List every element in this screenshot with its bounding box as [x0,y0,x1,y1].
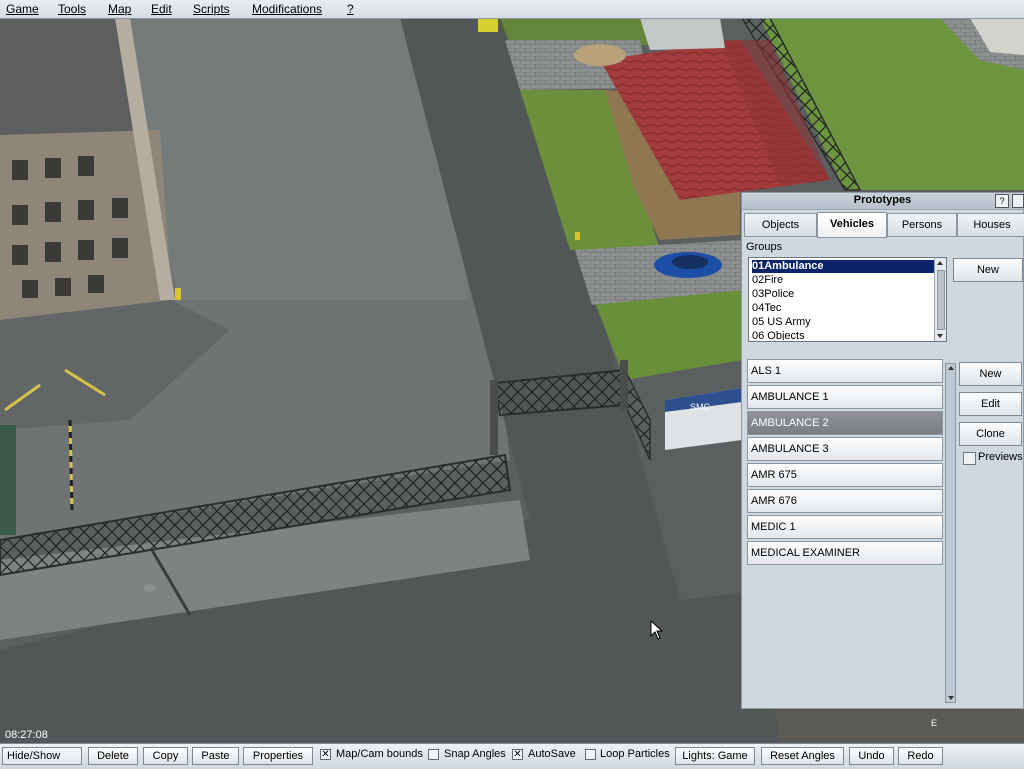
prototypes-title: Prototypes [853,194,912,206]
delete-button[interactable]: Delete [88,747,138,765]
vehicle-item-amr-676[interactable]: AMR 676 [747,489,943,513]
vehicle-item-medical-examiner[interactable]: MEDICAL EXAMINER [747,541,943,565]
redo-button[interactable]: Redo [898,747,943,765]
vehicle-item-als-1[interactable]: ALS 1 [747,359,943,383]
properties-button[interactable]: Properties [243,747,313,765]
menu-game-label: Game [6,2,39,16]
game-clock: 08:27:08 [5,729,48,741]
autosave-label: AutoSave [528,748,576,760]
autosave-checkbox[interactable]: ✕ [512,749,523,760]
close-button[interactable] [1012,194,1024,208]
snap-angles-checkbox[interactable] [428,749,439,760]
snap-angles-label: Snap Angles [444,748,506,760]
new-group-button[interactable]: New [953,258,1023,282]
scroll-down-icon [937,334,943,338]
prototypes-titlebar[interactable]: Prototypes ? [742,193,1024,210]
group-item-ambulance[interactable]: 01Ambulance [752,260,934,273]
help-button[interactable]: ? [995,194,1009,208]
scroll-up-icon [937,261,943,265]
loop-particles-checkbox[interactable] [585,749,596,760]
vehicle-item-amr-675[interactable]: AMR 675 [747,463,943,487]
menu-help[interactable]: ? [347,2,354,16]
menu-bar: Game Tools Map Edit Scripts Modification… [0,0,1024,19]
new-vehicle-button[interactable]: New [959,362,1022,386]
tab-vehicles[interactable]: Vehicles [817,212,887,238]
group-item-tec[interactable]: 04Tec [752,302,934,315]
group-item-police[interactable]: 03Police [752,288,934,301]
menu-map[interactable]: Map [108,2,131,16]
billboard-text: SMC [690,402,711,412]
reset-angles-button[interactable]: Reset Angles [761,747,844,765]
loop-particles-label: Loop Particles [600,748,670,760]
menu-scripts[interactable]: Scripts [193,2,230,16]
vehicle-item-ambulance-1[interactable]: AMBULANCE 1 [747,385,943,409]
menu-edit-label: Edit [151,2,172,16]
previews-checkbox[interactable] [963,452,976,465]
vehicle-item-medic-1[interactable]: MEDIC 1 [747,515,943,539]
group-item-us-army[interactable]: 05 US Army [752,316,934,329]
lights-button[interactable]: Lights: Game [675,747,755,765]
menu-map-label: Map [108,2,132,16]
mouse-cursor-icon [650,619,664,643]
svg-text:E: E [931,718,937,728]
edit-vehicle-button[interactable]: Edit [959,392,1022,416]
scroll-down-icon [948,696,954,700]
scroll-up-icon [948,366,954,370]
menu-help-label: ? [347,2,354,16]
tab-houses[interactable]: Houses [957,213,1024,237]
groups-scrollbar[interactable] [934,258,946,341]
map-cam-bounds-label: Map/Cam bounds [336,748,423,760]
menu-tools-label: Tools [58,2,87,16]
menu-edit[interactable]: Edit [151,2,172,16]
group-item-objects[interactable]: 06 Objects [752,330,934,340]
clone-vehicle-button[interactable]: Clone [959,422,1022,446]
map-cam-bounds-checkbox[interactable]: ✕ [320,749,331,760]
vehicle-scroll-thumb[interactable] [947,373,954,691]
menu-modifications[interactable]: Modifications [252,2,322,16]
previews-label: Previews [978,451,1023,463]
menu-tools[interactable]: Tools [58,2,86,16]
menu-modifications-label: Modifications [252,2,323,16]
menu-scripts-label: Scripts [193,2,230,16]
vehicle-item-ambulance-2[interactable]: AMBULANCE 2 [747,411,943,435]
group-item-fire[interactable]: 02Fire [752,274,934,287]
groups-label: Groups [746,241,783,253]
copy-button[interactable]: Copy [143,747,188,765]
vehicle-item-ambulance-3[interactable]: AMBULANCE 3 [747,437,943,461]
bottom-toolbar: Hide/Show Delete Copy Paste Properties ✕… [0,743,1024,769]
paste-button[interactable]: Paste [192,747,239,765]
vehicle-list: ALS 1 AMBULANCE 1 AMBULANCE 2 AMBULANCE … [746,359,946,697]
undo-button[interactable]: Undo [849,747,894,765]
vehicle-scrollbar[interactable] [945,363,956,703]
prototypes-panel: Prototypes ? Objects Vehicles Persons Ho… [741,192,1024,709]
tab-objects[interactable]: Objects [744,213,817,237]
tab-persons[interactable]: Persons [887,213,957,237]
hide-show-button[interactable]: Hide/Show [2,747,82,765]
menu-game[interactable]: Game [6,2,39,16]
groups-scroll-thumb[interactable] [937,270,945,330]
groups-list[interactable]: 01Ambulance 02Fire 03Police 04Tec 05 US … [748,257,947,342]
